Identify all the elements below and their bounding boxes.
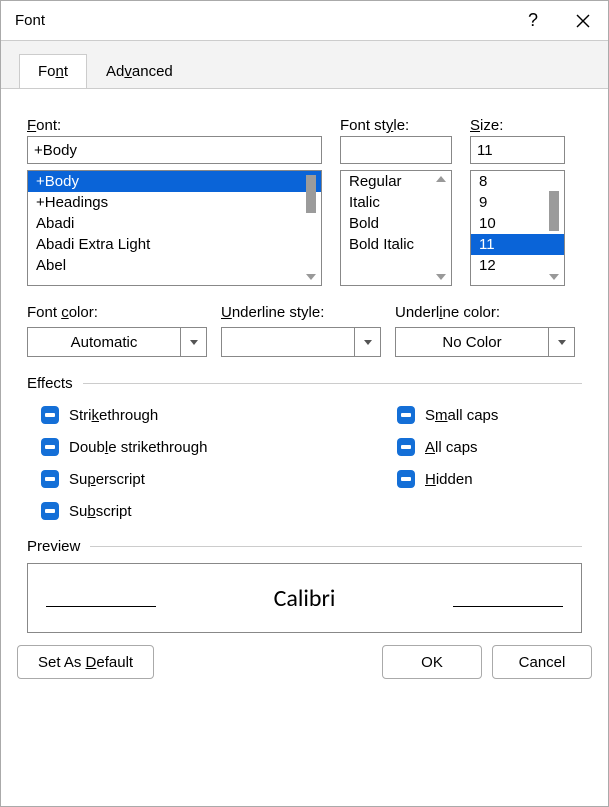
chevron-down-icon: [364, 340, 372, 345]
button-label: Set As Default: [38, 654, 133, 671]
button-label: Cancel: [519, 654, 566, 671]
style-column: Font style: Regular Italic Bold Bold Ita…: [340, 117, 452, 286]
preview-line-right: [453, 606, 563, 607]
all-caps-checkbox[interactable]: All caps: [397, 438, 498, 456]
underline-style-value: [221, 327, 355, 357]
preview-legend: Preview: [27, 538, 582, 555]
size-scrollbar[interactable]: [546, 173, 562, 283]
scroll-down-icon[interactable]: [549, 274, 559, 280]
font-scrollbar[interactable]: [303, 173, 319, 283]
effects-legend: Effects: [27, 375, 582, 392]
font-color-value: Automatic: [27, 327, 181, 357]
underline-color-column: Underline color: No Color: [395, 304, 575, 357]
style-label: Font style:: [340, 117, 452, 134]
dialog-footer: Set As Default OK Cancel: [1, 633, 608, 695]
checkbox-icon: [41, 406, 59, 424]
checkbox-icon: [41, 502, 59, 520]
font-listbox[interactable]: +Body +Headings Abadi Abadi Extra Light …: [27, 170, 322, 286]
help-button[interactable]: ?: [508, 1, 558, 41]
checkbox-label: Small caps: [425, 407, 498, 424]
button-label: OK: [421, 654, 443, 671]
small-caps-checkbox[interactable]: Small caps: [397, 406, 498, 424]
checkbox-label: Double strikethrough: [69, 439, 207, 456]
tab-font[interactable]: Font: [19, 54, 87, 89]
checkbox-label: Subscript: [69, 503, 132, 520]
size-column: Size: 8 9 10 11 12: [470, 117, 565, 286]
tab-body: Font: +Body +Headings Abadi Abadi Extra …: [1, 88, 608, 633]
color-row: Font color: Automatic Underline style: U…: [27, 304, 582, 357]
ok-button[interactable]: OK: [382, 645, 482, 679]
scroll-up-icon[interactable]: [436, 176, 446, 182]
preview-section: Preview Calibri: [27, 538, 582, 633]
underline-style-drop[interactable]: [355, 327, 381, 357]
style-scrollbar[interactable]: [433, 173, 449, 283]
preview-text: Calibri: [166, 584, 443, 613]
checkbox-label: Hidden: [425, 471, 473, 488]
dialog-title: Font: [1, 12, 508, 29]
checkbox-label: Superscript: [69, 471, 145, 488]
font-color-combo[interactable]: Automatic: [27, 327, 207, 357]
chevron-down-icon: [190, 340, 198, 345]
checkbox-icon: [41, 438, 59, 456]
scrollbar-thumb[interactable]: [549, 191, 559, 231]
chevron-down-icon: [558, 340, 566, 345]
hidden-checkbox[interactable]: Hidden: [397, 470, 498, 488]
font-row: Font: +Body +Headings Abadi Abadi Extra …: [27, 117, 582, 286]
scroll-down-icon[interactable]: [306, 274, 316, 280]
font-list-item[interactable]: Abadi Extra Light: [28, 234, 321, 255]
underline-color-combo[interactable]: No Color: [395, 327, 575, 357]
underline-color-value: No Color: [395, 327, 549, 357]
help-icon: ?: [528, 10, 538, 31]
font-list-item[interactable]: +Headings: [28, 192, 321, 213]
underline-style-label: Underline style:: [221, 304, 381, 321]
checkbox-label: All caps: [425, 439, 478, 456]
size-listbox[interactable]: 8 9 10 11 12: [470, 170, 565, 286]
scroll-down-icon[interactable]: [436, 274, 446, 280]
font-color-label: Font color:: [27, 304, 207, 321]
tab-advanced[interactable]: Advanced: [87, 54, 192, 89]
font-label: Font:: [27, 117, 322, 134]
close-button[interactable]: [558, 1, 608, 41]
font-list-item[interactable]: Abel: [28, 255, 321, 276]
effects-section: Effects Strikethrough Double strikethrou…: [27, 375, 582, 520]
set-as-default-button[interactable]: Set As Default: [17, 645, 154, 679]
checkbox-icon: [41, 470, 59, 488]
subscript-checkbox[interactable]: Subscript: [41, 502, 397, 520]
checkbox-label: Strikethrough: [69, 407, 158, 424]
superscript-checkbox[interactable]: Superscript: [41, 470, 397, 488]
size-label: Size:: [470, 117, 565, 134]
double-strikethrough-checkbox[interactable]: Double strikethrough: [41, 438, 397, 456]
font-list-item[interactable]: +Body: [28, 171, 321, 192]
underline-color-drop[interactable]: [549, 327, 575, 357]
style-listbox[interactable]: Regular Italic Bold Bold Italic: [340, 170, 452, 286]
preview-line-left: [46, 606, 156, 607]
tabs-area: Font Advanced Font: +Body +Headings Abad…: [1, 41, 608, 633]
font-dialog: Font ? Font Advanced Font:: [0, 0, 609, 807]
scrollbar-thumb[interactable]: [306, 175, 316, 213]
checkbox-icon: [397, 406, 415, 424]
font-input[interactable]: [27, 136, 322, 164]
font-list-item[interactable]: Abadi: [28, 213, 321, 234]
underline-style-column: Underline style:: [221, 304, 381, 357]
size-input[interactable]: [470, 136, 565, 164]
checkbox-icon: [397, 438, 415, 456]
cancel-button[interactable]: Cancel: [492, 645, 592, 679]
font-column: Font: +Body +Headings Abadi Abadi Extra …: [27, 117, 322, 286]
font-color-drop[interactable]: [181, 327, 207, 357]
preview-box: Calibri: [27, 563, 582, 633]
style-input[interactable]: [340, 136, 452, 164]
underline-style-combo[interactable]: [221, 327, 381, 357]
checkbox-icon: [397, 470, 415, 488]
font-color-column: Font color: Automatic: [27, 304, 207, 357]
underline-color-label: Underline color:: [395, 304, 575, 321]
titlebar: Font ?: [1, 1, 608, 41]
close-icon: [576, 14, 590, 28]
strikethrough-checkbox[interactable]: Strikethrough: [41, 406, 397, 424]
tab-list: Font Advanced: [1, 53, 608, 88]
